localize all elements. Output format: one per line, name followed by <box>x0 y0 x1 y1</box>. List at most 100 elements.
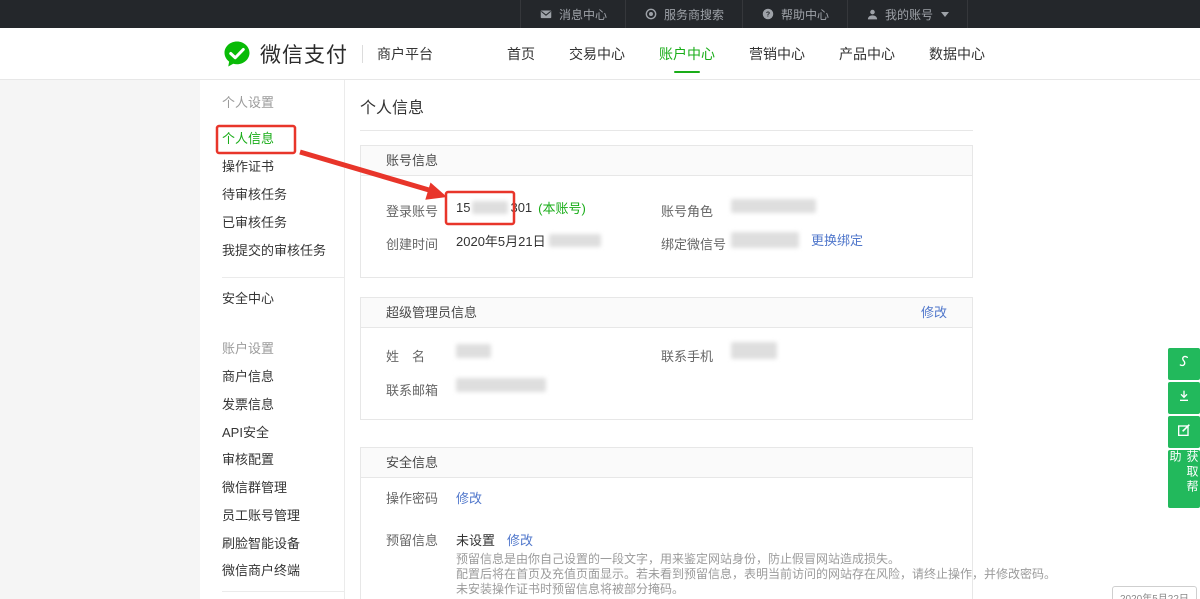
nav-item-account-center[interactable]: 账户中心 <box>659 28 715 80</box>
search-ring-icon <box>644 7 658 21</box>
sidebar-item-my-submitted-tasks[interactable]: 我提交的审核任务 <box>222 244 326 258</box>
brand-name: 微信支付 <box>260 39 348 69</box>
reserved-info-desc-line: 预留信息是由你自己设置的一段文字，用来鉴定网站身份，防止假冒网站造成损失。 <box>456 552 900 567</box>
nav-item-transaction-center[interactable]: 交易中心 <box>569 28 625 80</box>
sidebar-item-wechat-merchant-terminal[interactable]: 微信商户终端 <box>222 564 300 578</box>
operation-password-label: 操作密码 <box>386 488 438 507</box>
redacted-role <box>731 199 816 213</box>
contact-email-label: 联系邮箱 <box>386 380 438 399</box>
security-info-card: 安全信息 操作密码 修改 预留信息 未设置 修改 预留信息是由你自己设置的一段文… <box>360 447 973 599</box>
created-time-label: 创建时间 <box>386 234 438 253</box>
contact-phone-value <box>731 342 777 359</box>
redacted-login-middle <box>472 201 508 214</box>
nav-item-home[interactable]: 首页 <box>507 28 535 80</box>
super-admin-card: 超级管理员信息 修改 姓 名 联系手机 联系邮箱 <box>360 297 973 420</box>
feedback-button[interactable] <box>1168 416 1200 448</box>
login-account-label: 登录账号 <box>386 201 438 220</box>
contact-phone-label: 联系手机 <box>661 346 713 365</box>
topbar-item-help-center[interactable]: ? 帮助中心 <box>742 0 847 28</box>
security-info-card-header: 安全信息 <box>361 448 972 478</box>
sidebar-item-operation-certificate[interactable]: 操作证书 <box>222 160 274 174</box>
redacted-created-time <box>549 234 601 247</box>
reserved-info-value: 未设置 修改 <box>456 530 533 549</box>
sidebar-item-reviewed-tasks[interactable]: 已审核任务 <box>222 216 287 230</box>
get-help-button[interactable]: 获取帮助 <box>1168 450 1200 508</box>
hotline-icon <box>1176 354 1192 375</box>
card-title: 安全信息 <box>386 455 438 470</box>
login-number-prefix: 15 <box>456 200 470 215</box>
utility-topbar: 消息中心 服务商搜索 ? 帮助中心 我的账号 <box>0 0 1200 28</box>
sidebar-item-wechat-group-management[interactable]: 微信群管理 <box>222 481 287 495</box>
account-role-label: 账号角色 <box>661 201 713 220</box>
sidebar-item-pending-review-tasks[interactable]: 待审核任务 <box>222 188 287 202</box>
created-date-text: 2020年5月21日 <box>456 231 546 250</box>
redacted-email <box>456 378 546 392</box>
account-info-card-header: 账号信息 <box>361 146 972 176</box>
name-label: 姓 名 <box>386 346 425 365</box>
floating-toolbar: 获取帮助 <box>1168 348 1200 508</box>
question-circle-icon: ? <box>761 7 775 21</box>
nav-label: 营销中心 <box>749 44 805 64</box>
admin-modify-link[interactable]: 修改 <box>921 298 947 327</box>
topbar-item-my-account[interactable]: 我的账号 <box>847 0 968 28</box>
page-title: 个人信息 <box>360 94 424 118</box>
sidebar: 个人设置 个人信息 操作证书 待审核任务 已审核任务 我提交的审核任务 安全中心… <box>200 80 345 599</box>
sidebar-divider <box>222 277 344 278</box>
main-content: 个人信息 账号信息 登录账号 15301 (本账号) 账号角色 创建时间 202… <box>360 80 973 599</box>
card-title: 账号信息 <box>386 153 438 168</box>
account-info-card: 账号信息 登录账号 15301 (本账号) 账号角色 创建时间 2020年5月2… <box>360 145 973 278</box>
main-header: 微信支付 商户平台 首页 交易中心 账户中心 营销中心 产品中心 数据中心 <box>0 28 1200 80</box>
current-account-tag: (本账号) <box>538 198 586 217</box>
get-help-label: 获取帮助 <box>1167 450 1200 508</box>
download-icon <box>1176 388 1192 409</box>
date-badge: 2020年5月22日 <box>1112 586 1197 599</box>
svg-text:?: ? <box>766 12 770 19</box>
topbar-item-label: 服务商搜索 <box>664 6 724 23</box>
nav-label: 交易中心 <box>569 44 625 64</box>
sidebar-item-api-security[interactable]: API安全 <box>222 426 269 440</box>
bound-wechat-value: 更换绑定 <box>731 230 863 249</box>
sidebar-item-merchant-info[interactable]: 商户信息 <box>222 370 274 384</box>
left-gutter <box>0 80 200 599</box>
sidebar-section-account-settings: 账户设置 <box>222 342 274 356</box>
redacted-name <box>456 344 491 358</box>
sidebar-item-invoice-info[interactable]: 发票信息 <box>222 398 274 412</box>
sidebar-item-security-center[interactable]: 安全中心 <box>222 292 274 306</box>
sidebar-item-personal-info[interactable]: 个人信息 <box>222 132 274 146</box>
envelope-icon <box>539 7 553 21</box>
name-value <box>456 344 491 358</box>
reserved-modify-link[interactable]: 修改 <box>507 530 533 549</box>
topbar-item-message-center[interactable]: 消息中心 <box>520 0 625 28</box>
sidebar-item-staff-account-management[interactable]: 员工账号管理 <box>222 509 300 523</box>
primary-nav: 首页 交易中心 账户中心 营销中心 产品中心 数据中心 <box>507 28 985 80</box>
rebind-link[interactable]: 更换绑定 <box>811 230 863 249</box>
login-account-value: 15301 (本账号) <box>456 198 586 217</box>
account-role-value <box>731 199 816 213</box>
hotline-button[interactable] <box>1168 348 1200 380</box>
nav-item-marketing-center[interactable]: 营销中心 <box>749 28 805 80</box>
topbar-item-label: 消息中心 <box>559 6 607 23</box>
sidebar-item-review-config[interactable]: 审核配置 <box>222 453 274 467</box>
brand-block: 微信支付 商户平台 <box>222 28 433 80</box>
portal-name: 商户平台 <box>377 44 433 64</box>
topbar-item-label: 帮助中心 <box>781 6 829 23</box>
user-icon <box>866 8 879 21</box>
topbar-item-provider-search[interactable]: 服务商搜索 <box>625 0 742 28</box>
active-nav-underline <box>674 71 700 73</box>
nav-label: 账户中心 <box>659 44 715 64</box>
merchant-platform-page: 消息中心 服务商搜索 ? 帮助中心 我的账号 微信支付 商户平台 <box>0 0 1200 599</box>
download-button[interactable] <box>1168 382 1200 414</box>
brand-separator <box>362 45 363 63</box>
wechat-pay-logo-icon <box>222 39 252 69</box>
nav-item-data-center[interactable]: 数据中心 <box>929 28 985 80</box>
chevron-down-icon <box>941 12 949 17</box>
operation-password-value: 修改 <box>456 488 482 507</box>
password-modify-link[interactable]: 修改 <box>456 488 482 507</box>
title-divider <box>360 130 973 131</box>
sidebar-item-face-smart-device[interactable]: 刷脸智能设备 <box>222 537 300 551</box>
topbar-group: 消息中心 服务商搜索 ? 帮助中心 我的账号 <box>520 0 968 28</box>
reserved-info-label: 预留信息 <box>386 530 438 549</box>
nav-item-product-center[interactable]: 产品中心 <box>839 28 895 80</box>
sidebar-divider <box>222 591 344 592</box>
contact-email-value <box>456 378 546 392</box>
